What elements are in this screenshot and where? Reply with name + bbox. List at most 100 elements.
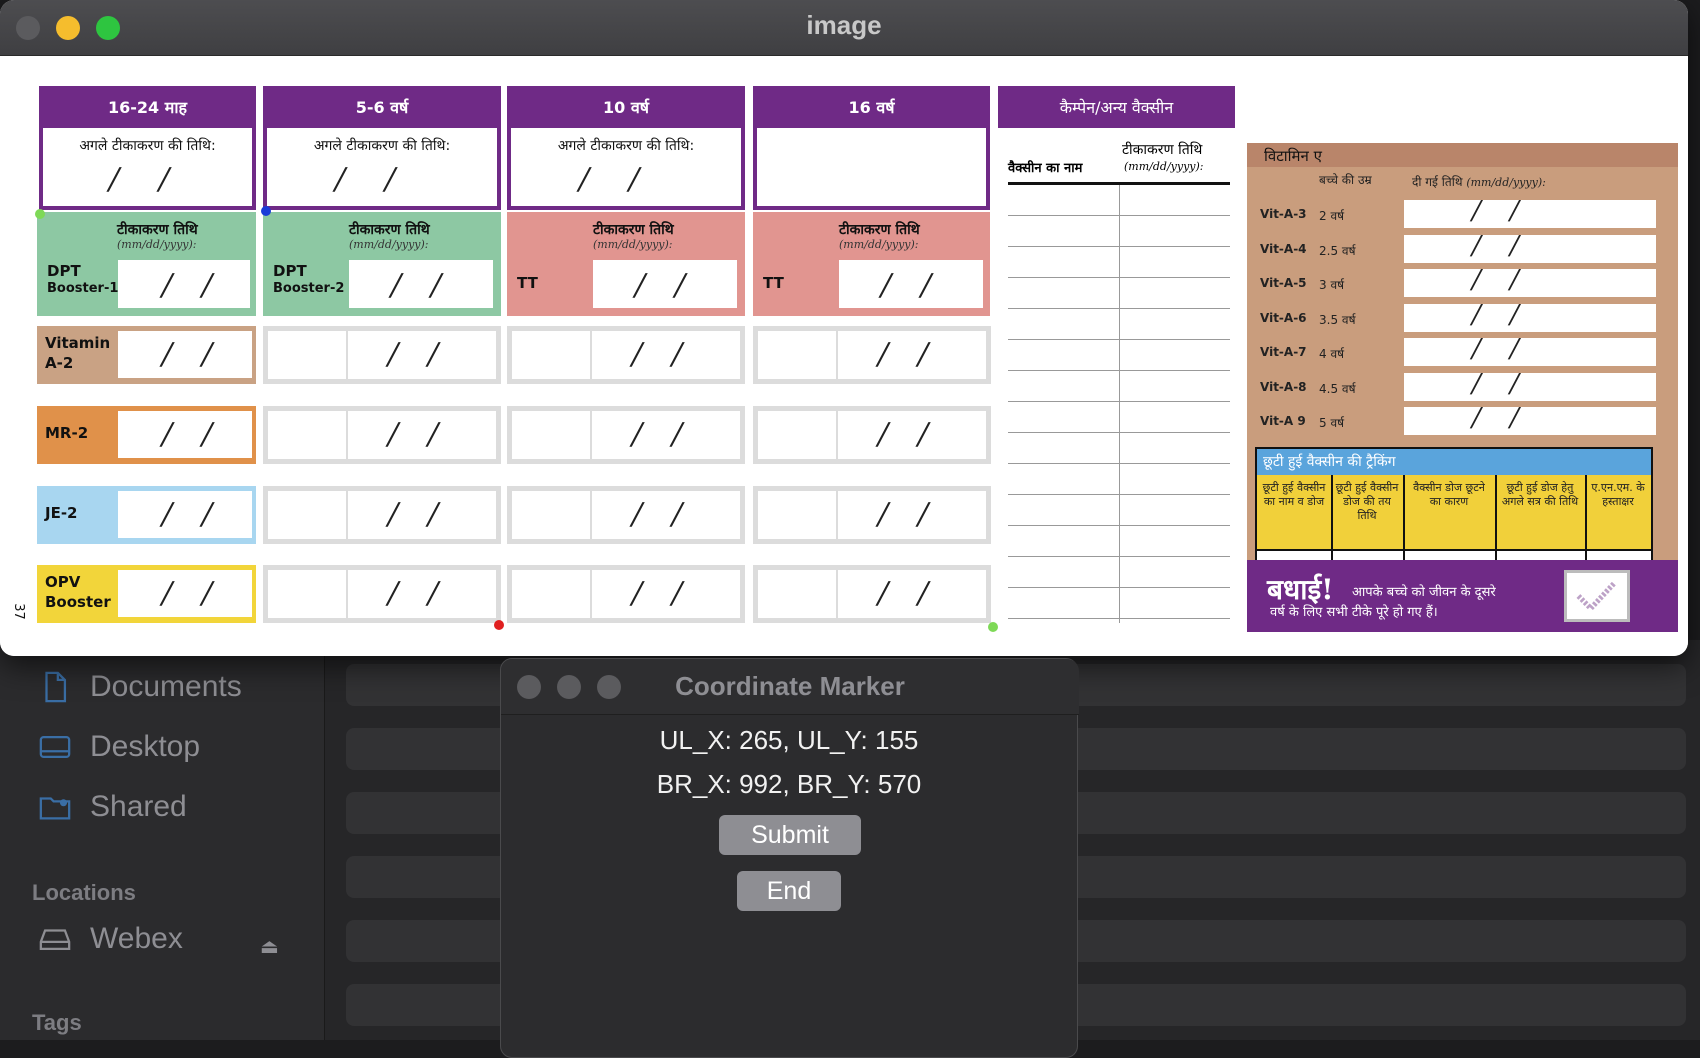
campaign-row-line bbox=[1008, 246, 1230, 247]
vitamin-date-field[interactable]: / / bbox=[1404, 196, 1656, 228]
campaign-date-format: (mm/dd/yyyy): bbox=[1124, 160, 1204, 173]
campaign-row-line bbox=[1008, 370, 1230, 371]
grid-date-cell[interactable]: / / bbox=[753, 406, 991, 464]
date-field[interactable]: / / bbox=[118, 491, 252, 538]
row-label-2: A-2 bbox=[45, 354, 74, 372]
vitamin-date-field[interactable]: / / bbox=[1404, 231, 1656, 263]
marker-title: Coordinate Marker bbox=[675, 671, 905, 701]
vitamin-title: विटामिन ए bbox=[1264, 147, 1322, 165]
grid-date-cell[interactable]: / / bbox=[507, 406, 745, 464]
vitamin-date-field[interactable]: / / bbox=[1404, 265, 1656, 297]
locations-heading: Locations bbox=[32, 880, 136, 905]
campaign-table: वैक्सीन का नाम टीकाकरण तिथि (mm/dd/yyyy)… bbox=[998, 128, 1235, 638]
missed-column-header: छूटी हुई वैक्सीन डोज की तय तिथि bbox=[1335, 481, 1399, 522]
vitamin-date-field[interactable]: / / bbox=[1404, 334, 1656, 366]
page-number: 37 bbox=[10, 603, 26, 620]
shared-folder-icon bbox=[39, 797, 71, 820]
grid-date-cell[interactable]: / / bbox=[507, 565, 745, 623]
marker-titlebar: Coordinate Marker bbox=[501, 659, 1079, 715]
campaign-row-line bbox=[1008, 556, 1230, 557]
missed-column-header: ए.एन.एम. के हस्ताक्षर bbox=[1591, 481, 1645, 508]
end-button[interactable]: End bbox=[737, 871, 841, 911]
sidebar-item-shared[interactable]: Shared bbox=[38, 790, 187, 824]
next-date-label: अगले टीकाकरण की तिथि: bbox=[557, 138, 695, 154]
checkmark-icon bbox=[1564, 570, 1630, 622]
sidebar-item-webex[interactable]: Webex bbox=[38, 922, 183, 956]
date-format-label: (mm/dd/yyyy): bbox=[839, 238, 919, 251]
date-format-label: (mm/dd/yyyy): bbox=[117, 238, 197, 251]
grid-date-cell[interactable]: / / bbox=[263, 565, 501, 623]
tt-10-band: टीकाकरण तिथि (mm/dd/yyyy): TT / / bbox=[507, 212, 745, 316]
vitamin-code: Vit-A-8 bbox=[1260, 379, 1307, 394]
grid-date-cell[interactable]: / / bbox=[507, 486, 745, 544]
form-image: 37 16-24 माह अगले टीकाकरण की तिथि: / / टी… bbox=[0, 56, 1688, 656]
row-label: OPV bbox=[45, 573, 81, 591]
congrats-text-1: आपके बच्चे को जीवन के दूसरे bbox=[1352, 585, 1496, 600]
vaccine-name: DPT bbox=[273, 262, 307, 280]
row-mr-2: MR-2 // bbox=[37, 406, 256, 464]
grid-date-cell[interactable]: / / bbox=[263, 406, 501, 464]
vitamin-a-panel: विटामिन ए बच्चे की उम्र दी गई तिथि (mm/d… bbox=[1247, 143, 1678, 609]
row-label: JE-2 bbox=[45, 504, 78, 522]
grid-date-cell[interactable]: / / bbox=[753, 326, 991, 384]
next-date-box: अगले टीकाकरण की तिथि: / / bbox=[507, 128, 745, 210]
row-vitamin-a-2: Vitamin A-2 // bbox=[37, 326, 256, 384]
tags-heading: Tags bbox=[32, 1010, 82, 1035]
marker-dot bbox=[261, 206, 271, 216]
vitamin-age: 2 वर्ष bbox=[1319, 209, 1345, 223]
sidebar-item-label: Documents bbox=[90, 670, 242, 703]
congrats-text-2: वर्ष के लिए सभी टीके पूरे हो गए हैं। bbox=[1270, 605, 1438, 620]
sidebar-item-label: Desktop bbox=[90, 730, 201, 763]
campaign-row-line bbox=[1008, 463, 1230, 464]
next-date-box: अगले टीकाकरण की तिथि: / / bbox=[263, 128, 501, 210]
date-field[interactable]: / / bbox=[349, 260, 493, 308]
campaign-row-line bbox=[1008, 525, 1230, 526]
date-format-label: (mm/dd/yyyy): bbox=[349, 238, 429, 251]
grid-date-cell[interactable]: / / bbox=[263, 486, 501, 544]
vitamin-date-field[interactable]: / / bbox=[1404, 403, 1656, 435]
submit-button[interactable]: Submit bbox=[719, 815, 861, 855]
date-field[interactable]: / / bbox=[118, 260, 250, 308]
grid-date-cell[interactable]: / / bbox=[507, 326, 745, 384]
vitamin-date-field[interactable]: / / bbox=[1404, 300, 1656, 332]
date-field[interactable]: / / bbox=[118, 570, 252, 617]
bottom-right-coords: BR_X: 992, BR_Y: 570 bbox=[656, 769, 922, 799]
sidebar-item-label: Shared bbox=[90, 790, 187, 823]
drive-icon bbox=[39, 929, 71, 951]
missed-column-header: छूटी हुई डोज हेतु अगले सत्र की तिथि bbox=[1501, 481, 1579, 508]
date-field[interactable]: / / bbox=[839, 260, 983, 308]
marker-dot bbox=[35, 209, 45, 219]
vitamin-age: 2.5 वर्ष bbox=[1319, 243, 1356, 258]
eject-icon[interactable]: ⏏ bbox=[260, 934, 279, 958]
date-field[interactable]: / / bbox=[118, 411, 252, 458]
coordinate-marker-window: Coordinate Marker UL_X: 265, UL_Y: 155 B… bbox=[500, 658, 1079, 1058]
missed-title: छूटी हुई वैक्सीन की ट्रैकिंग bbox=[1257, 449, 1651, 475]
vaccine-name: TT bbox=[763, 274, 784, 292]
dpt-booster-1-band: टीकाकरण तिथि (mm/dd/yyyy): DPT Booster-1… bbox=[37, 212, 256, 316]
vitamin-code: Vit-A-7 bbox=[1260, 345, 1307, 359]
date-field[interactable]: / / bbox=[118, 331, 252, 378]
date-format-label: (mm/dd/yyyy): bbox=[593, 238, 673, 251]
grid-date-cell[interactable]: / / bbox=[753, 565, 991, 623]
vaccine-name-2: Booster-1 bbox=[47, 281, 119, 296]
vac-date-label: टीकाकरण तिथि bbox=[117, 222, 198, 238]
campaign-row-line bbox=[1008, 494, 1230, 495]
grid-date-cell[interactable]: / / bbox=[263, 326, 501, 384]
date-field[interactable]: / / bbox=[593, 260, 737, 308]
campaign-row-line bbox=[1008, 432, 1230, 433]
column-header-5-6-years: 5-6 वर्ष bbox=[263, 86, 501, 128]
vaccine-name: DPT bbox=[47, 262, 81, 280]
tt-16-band: टीकाकरण तिथि (mm/dd/yyyy): TT / / bbox=[753, 212, 990, 316]
row-je-2: JE-2 // bbox=[37, 486, 256, 544]
row-label: Vitamin bbox=[45, 334, 111, 352]
sidebar-item-documents[interactable]: Documents bbox=[38, 670, 242, 704]
sidebar-item-desktop[interactable]: Desktop bbox=[38, 730, 200, 764]
grid-date-cell[interactable]: / / bbox=[753, 486, 991, 544]
document-icon bbox=[45, 671, 67, 703]
column-header-16-years: 16 वर्ष bbox=[753, 86, 990, 128]
vitamin-code: Vit-A-3 bbox=[1260, 207, 1307, 221]
row-label-2: Booster bbox=[45, 593, 111, 611]
finder-sidebar: Documents Desktop Shared Locations Webex… bbox=[0, 640, 325, 1040]
vaccine-name-header: वैक्सीन का नाम bbox=[1008, 161, 1083, 176]
vitamin-date-field[interactable]: / / bbox=[1404, 369, 1656, 401]
